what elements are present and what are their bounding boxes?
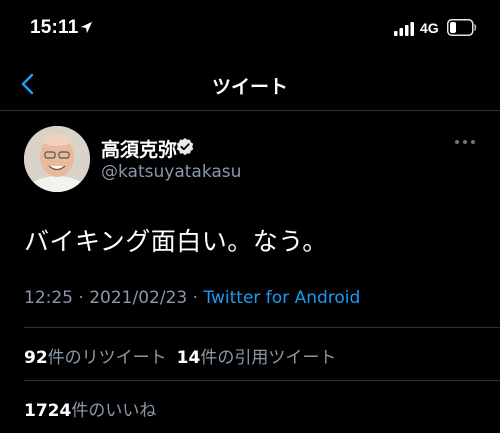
quote-tweets-link[interactable]: 14件の引用ツイート — [177, 348, 337, 368]
network-type: 4G — [420, 20, 439, 36]
likes-link[interactable]: 1724件のいいね — [24, 396, 156, 421]
like-label: 件のいいね — [71, 401, 157, 421]
battery-icon — [447, 19, 477, 36]
signal-bars-icon — [394, 22, 414, 36]
more-horizontal-icon[interactable] — [454, 136, 476, 148]
verified-badge-icon — [176, 138, 194, 156]
avatar-portrait-icon — [24, 126, 90, 192]
meta-separator: · — [78, 288, 84, 308]
meta-separator: · — [192, 288, 199, 308]
like-count: 1724 — [24, 401, 72, 421]
location-arrow-icon — [80, 21, 93, 34]
tweet-source-link[interactable]: Twitter for Android — [203, 288, 360, 308]
status-bar: 15:11 4G — [0, 0, 500, 58]
tweet-date: 2021/02/23 — [89, 288, 188, 308]
retweet-count: 92 — [24, 348, 48, 368]
retweet-label: 件のリツイート — [47, 348, 167, 368]
tweet-text: バイキング面白い。なう。 — [24, 227, 328, 256]
username[interactable]: @katsuyatakasu — [101, 162, 241, 182]
tweet-detail-screen: 15:11 4G ツイート 高須克弥 @katsuyatakasu バイキング面… — [0, 0, 500, 433]
page-title: ツイート — [211, 76, 288, 98]
divider — [24, 380, 500, 381]
nav-bar: ツイート — [0, 58, 500, 111]
quote-count: 14 — [176, 348, 201, 368]
quote-label: 件の引用ツイート — [200, 348, 337, 368]
tweet-meta: 12:25 · 2021/02/23 · Twitter for Android — [24, 288, 360, 308]
divider — [24, 327, 500, 328]
retweets-link[interactable]: 92件のリツイート — [24, 348, 167, 368]
display-name[interactable]: 高須克弥 — [101, 135, 177, 162]
avatar[interactable] — [24, 126, 90, 192]
status-time: 15:11 — [30, 17, 79, 38]
retweet-stats: 92件のリツイート 14件の引用ツイート — [24, 343, 336, 368]
tweet-time: 12:25 — [24, 288, 73, 308]
